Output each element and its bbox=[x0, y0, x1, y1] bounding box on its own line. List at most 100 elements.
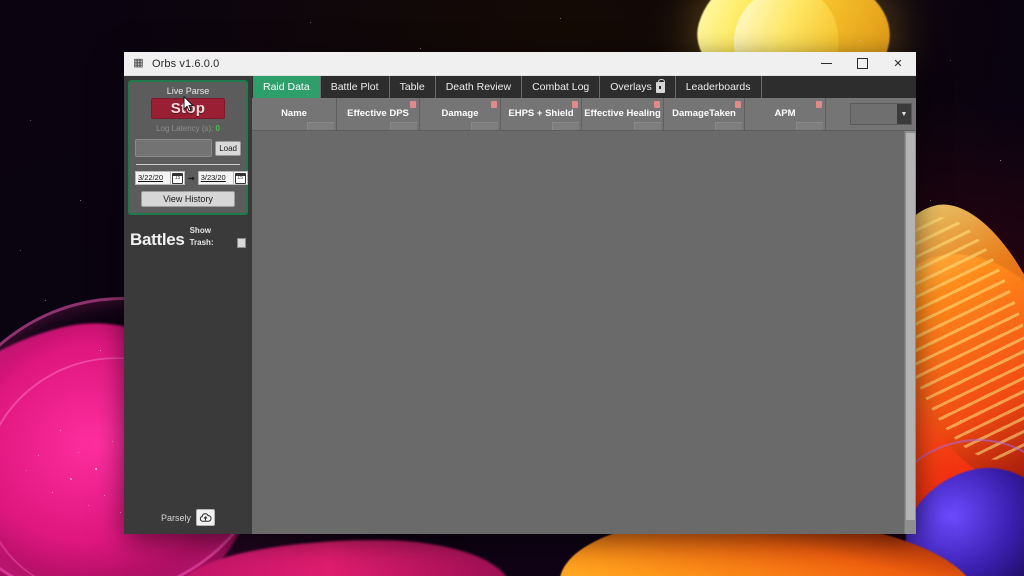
star bbox=[420, 48, 421, 49]
view-history-button[interactable]: View History bbox=[141, 191, 235, 207]
calendar-from-button[interactable]: 15 bbox=[171, 171, 185, 185]
vertical-scrollbar[interactable] bbox=[904, 131, 916, 534]
column-filter-icon[interactable] bbox=[654, 101, 660, 108]
column-header-ehps-shield[interactable]: EHPS + Shield bbox=[501, 98, 582, 130]
sidebar-footer: Parsely bbox=[124, 509, 252, 534]
show-trash-checkbox[interactable] bbox=[237, 238, 246, 248]
tab-label: Battle Plot bbox=[331, 81, 379, 93]
desktop-background: ▦ Orbs v1.6.0.0 ✕ Live Parse Stop Log La… bbox=[0, 0, 1024, 576]
column-selector-dropdown[interactable]: ▼ bbox=[850, 103, 912, 125]
load-button[interactable]: Load bbox=[215, 141, 241, 156]
star bbox=[95, 468, 97, 470]
parsely-upload-button[interactable] bbox=[196, 509, 215, 526]
star bbox=[990, 300, 991, 301]
column-resize-handle[interactable] bbox=[796, 122, 823, 130]
star bbox=[88, 505, 89, 506]
star bbox=[860, 40, 861, 41]
date-to-value[interactable]: 3/23/20 bbox=[198, 171, 234, 185]
star bbox=[310, 22, 311, 23]
star bbox=[20, 250, 21, 251]
tab-overlays[interactable]: Overlays bbox=[600, 76, 675, 98]
minimize-button[interactable] bbox=[808, 52, 844, 75]
column-filter-icon[interactable] bbox=[816, 101, 822, 108]
raid-data-table-body[interactable] bbox=[252, 131, 916, 534]
tab-label: Death Review bbox=[446, 81, 511, 93]
tab-leaderboards[interactable]: Leaderboards bbox=[676, 76, 762, 98]
star bbox=[112, 441, 113, 442]
column-header-damage[interactable]: Damage bbox=[420, 98, 501, 130]
orbs-app-icon: ▦ bbox=[132, 57, 145, 70]
calendar-to-button[interactable]: 15 bbox=[234, 171, 248, 185]
close-button[interactable]: ✕ bbox=[880, 52, 916, 75]
star bbox=[52, 492, 53, 493]
column-filter-icon[interactable] bbox=[735, 101, 741, 108]
column-resize-handle[interactable] bbox=[471, 122, 498, 130]
tab-combat-log[interactable]: Combat Log bbox=[522, 76, 600, 98]
window-titlebar[interactable]: ▦ Orbs v1.6.0.0 ✕ bbox=[124, 52, 916, 76]
close-icon: ✕ bbox=[893, 57, 902, 70]
date-range-arrow-icon: ➞ bbox=[187, 174, 196, 183]
tab-label: Raid Data bbox=[263, 81, 310, 93]
live-parse-panel: Live Parse Stop Log Latency (s): 0 Load 3… bbox=[128, 80, 248, 215]
column-header-name[interactable]: Name bbox=[252, 98, 337, 130]
date-from-field[interactable]: 3/22/20 15 bbox=[135, 171, 185, 185]
column-header-damagetaken[interactable]: DamageTaken bbox=[664, 98, 745, 130]
battles-list[interactable] bbox=[124, 249, 252, 509]
battles-title: Battles bbox=[130, 231, 185, 249]
wallpaper-bottom-pink bbox=[180, 540, 510, 576]
star bbox=[100, 350, 101, 351]
column-header-effective-healing[interactable]: Effective Healing bbox=[582, 98, 664, 130]
star bbox=[30, 120, 31, 121]
star bbox=[45, 300, 46, 301]
calendar-icon: 15 bbox=[235, 173, 246, 184]
minimize-icon bbox=[821, 63, 832, 64]
date-from-value[interactable]: 3/22/20 bbox=[135, 171, 171, 185]
column-filter-icon[interactable] bbox=[491, 101, 497, 108]
tab-label: Overlays bbox=[610, 81, 651, 93]
live-parse-label: Live Parse bbox=[135, 86, 241, 96]
tab-table[interactable]: Table bbox=[390, 76, 436, 98]
live-parse-divider bbox=[136, 164, 240, 165]
tab-death-review[interactable]: Death Review bbox=[436, 76, 522, 98]
star bbox=[700, 30, 701, 31]
table-column-header-row: Name Effective DPS Damage EHPS + Shield Effe… bbox=[252, 98, 916, 131]
column-resize-handle[interactable] bbox=[307, 122, 334, 130]
star bbox=[38, 455, 39, 456]
tab-label: Combat Log bbox=[532, 81, 589, 93]
column-resize-handle[interactable] bbox=[552, 122, 579, 130]
column-header-effective-dps[interactable]: Effective DPS bbox=[337, 98, 420, 130]
star bbox=[70, 478, 72, 480]
column-resize-handle[interactable] bbox=[634, 122, 661, 130]
tab-raid-data[interactable]: Raid Data bbox=[253, 76, 321, 98]
tab-label: Leaderboards bbox=[686, 81, 751, 93]
vertical-scrollbar-thumb[interactable] bbox=[906, 133, 915, 520]
tab-bar: Raid Data Battle Plot Table Death Review Com… bbox=[252, 76, 916, 98]
battles-header: Battles Show Trash: bbox=[124, 215, 252, 249]
column-selector-value[interactable] bbox=[851, 104, 897, 124]
lock-icon bbox=[656, 82, 665, 93]
column-header-label: DamageTaken bbox=[672, 108, 736, 121]
column-resize-handle[interactable] bbox=[390, 122, 417, 130]
load-path-input[interactable] bbox=[135, 139, 212, 157]
column-filter-icon[interactable] bbox=[410, 101, 416, 108]
date-to-field[interactable]: 3/23/20 15 bbox=[198, 171, 248, 185]
calendar-icon: 15 bbox=[172, 173, 183, 184]
orbs-application-window: ▦ Orbs v1.6.0.0 ✕ Live Parse Stop Log La… bbox=[124, 52, 916, 534]
star bbox=[560, 18, 561, 19]
star bbox=[960, 420, 961, 421]
column-header-label: APM bbox=[774, 108, 795, 121]
column-header-apm[interactable]: APM bbox=[745, 98, 826, 130]
chevron-down-icon[interactable]: ▼ bbox=[897, 104, 911, 124]
tab-label: Table bbox=[400, 81, 425, 93]
left-sidebar: Live Parse Stop Log Latency (s): 0 Load 3… bbox=[124, 76, 252, 534]
log-latency-label: Log Latency (s): bbox=[156, 124, 213, 133]
column-filter-icon[interactable] bbox=[572, 101, 578, 108]
column-header-label: EHPS + Shield bbox=[508, 108, 573, 121]
star bbox=[120, 512, 121, 513]
log-latency-value: 0 bbox=[215, 124, 219, 133]
column-resize-handle[interactable] bbox=[715, 122, 742, 130]
tab-battle-plot[interactable]: Battle Plot bbox=[321, 76, 390, 98]
star bbox=[1000, 160, 1001, 161]
maximize-button[interactable] bbox=[844, 52, 880, 75]
stop-button[interactable]: Stop bbox=[151, 98, 225, 119]
